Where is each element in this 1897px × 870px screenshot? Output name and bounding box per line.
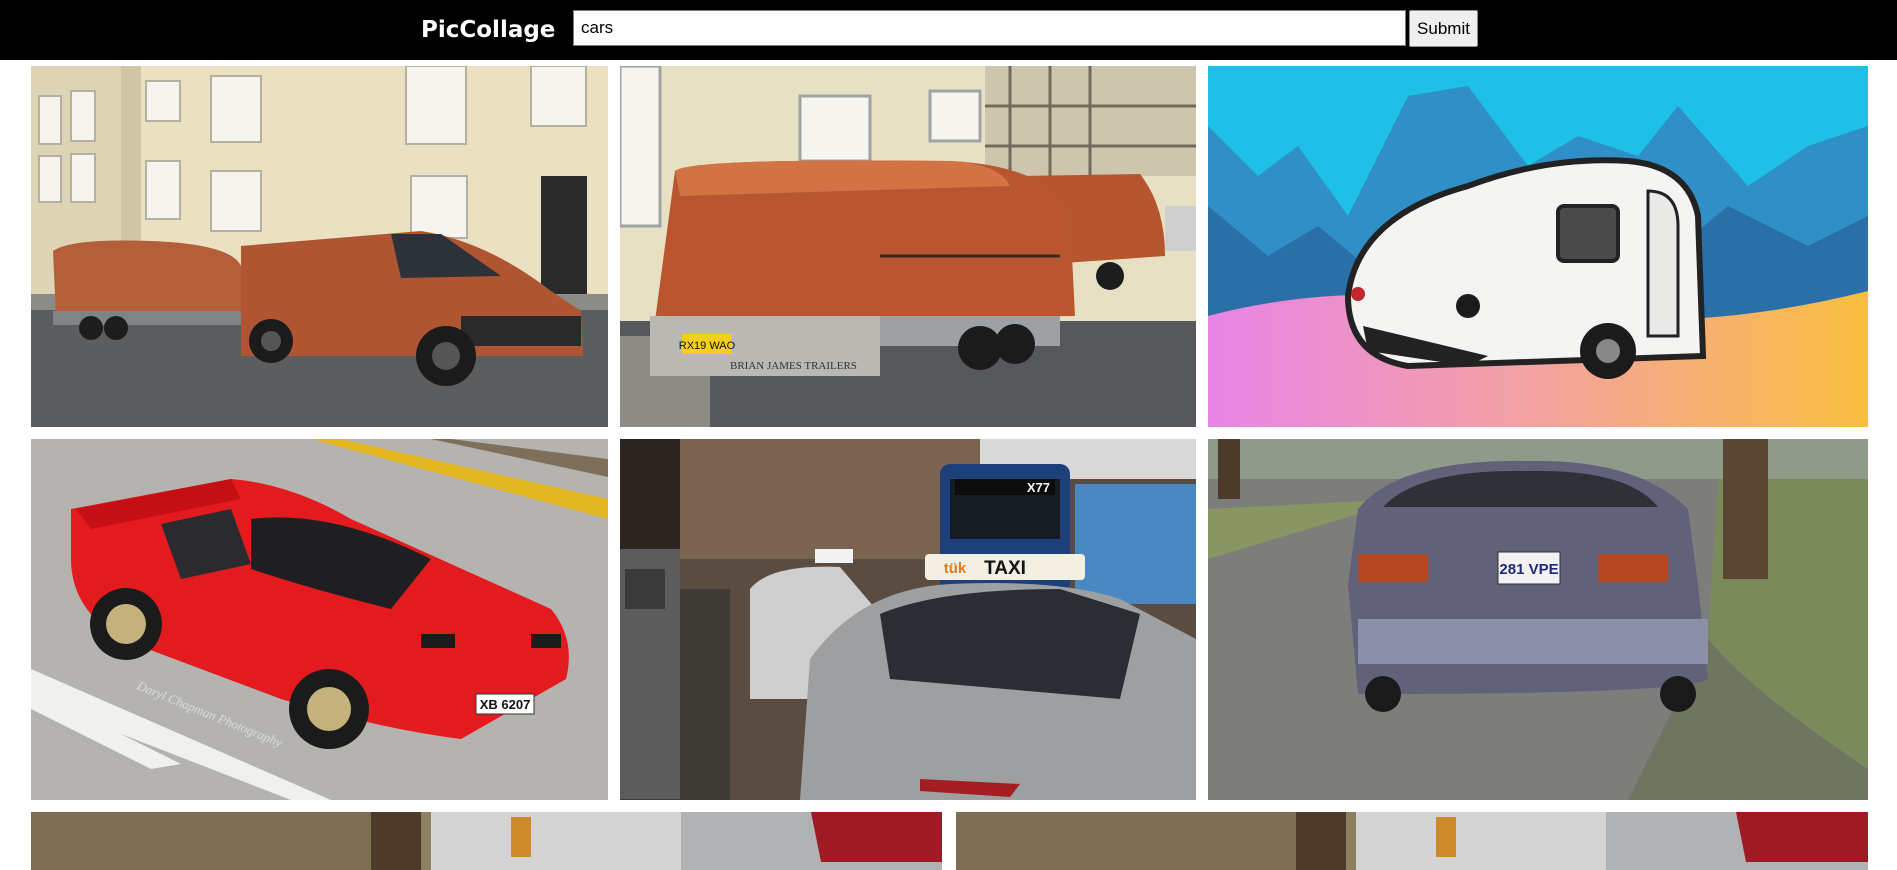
gallery-image-grey-sedan[interactable]: 281 VPE bbox=[1208, 439, 1868, 800]
submit-button[interactable]: Submit bbox=[1409, 10, 1478, 47]
gallery-image-red-sports-car[interactable]: XB 6207 Daryl Chapman Photography bbox=[31, 439, 608, 800]
app-logo[interactable]: PicCollage bbox=[421, 16, 555, 44]
taxi-brand: tük bbox=[944, 560, 967, 577]
trailer-brand-text: BRIAN JAMES TRAILERS bbox=[730, 360, 857, 372]
gallery-image-teardrop-camper[interactable] bbox=[1208, 66, 1868, 427]
gallery-image-street-houses-2[interactable] bbox=[956, 812, 1868, 870]
search-input[interactable] bbox=[573, 10, 1406, 46]
gallery-image-taxi-street[interactable]: X77 tük TAXI bbox=[620, 439, 1196, 800]
top-bar: PicCollage Submit bbox=[0, 0, 1897, 60]
sports-car-plate: XB 6207 bbox=[480, 697, 531, 712]
sedan-plate: 281 VPE bbox=[1499, 561, 1558, 578]
taxi-sign: TAXI bbox=[984, 558, 1026, 579]
trailer-plate: RX19 WAO bbox=[679, 340, 736, 352]
gallery-image-trailer-rear[interactable]: RX19 WAO BRIAN JAMES TRAILERS bbox=[620, 66, 1196, 427]
gallery-image-street-houses-1[interactable] bbox=[31, 812, 942, 870]
bus-route-number: X77 bbox=[1027, 480, 1050, 495]
gallery-image-van-trailer[interactable] bbox=[31, 66, 608, 427]
